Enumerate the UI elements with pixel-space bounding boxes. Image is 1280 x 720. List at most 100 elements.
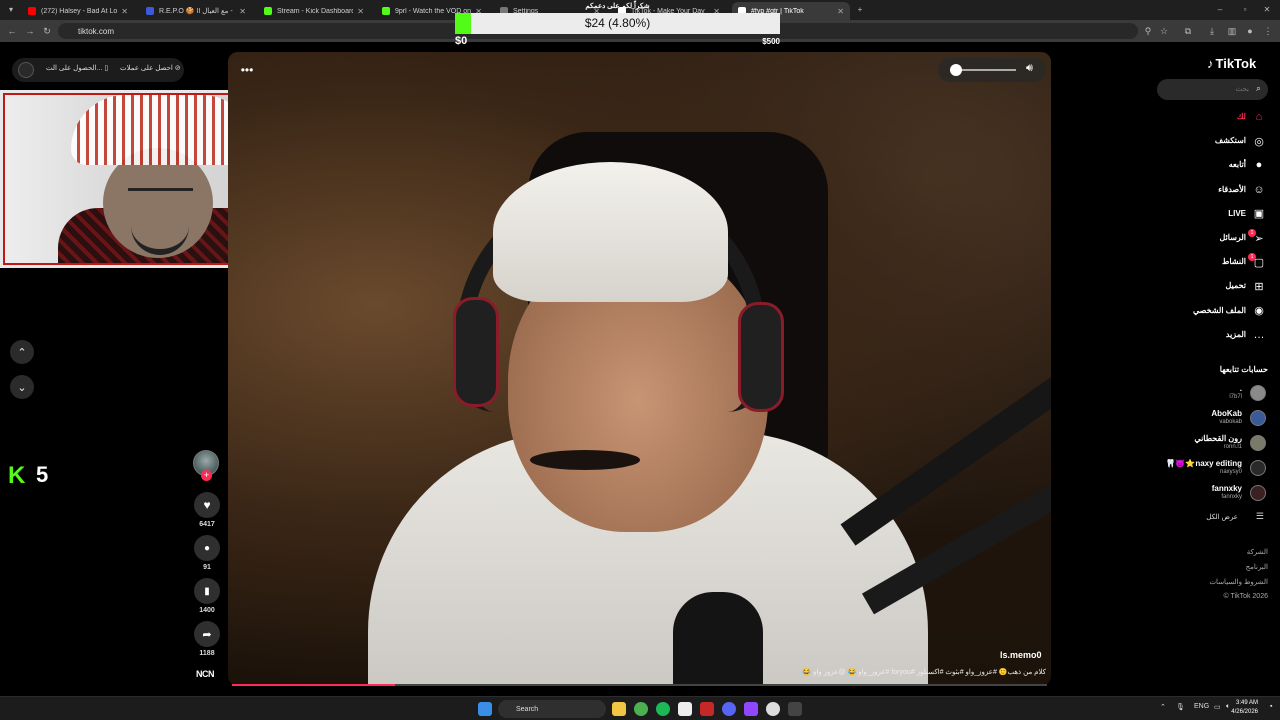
- browser-tab[interactable]: (272) Halsey - Bad At Lov ✕: [22, 2, 134, 20]
- windows-start-icon[interactable]: [478, 702, 492, 716]
- sidebar-nav-label: المزيد: [1225, 329, 1246, 339]
- volume-tray-icon[interactable]: 🔈︎: [1226, 703, 1230, 711]
- tiktok-note-icon: ♪: [1207, 56, 1214, 71]
- video-more-options-icon[interactable]: •••: [239, 62, 255, 78]
- next-video-button[interactable]: ⌄: [10, 375, 34, 399]
- sidebar-nav-item[interactable]: الرسائل ➢ 1: [1160, 229, 1270, 249]
- download-icon[interactable]: ⤓: [1206, 25, 1218, 37]
- chrome-icon[interactable]: [634, 702, 648, 716]
- bookmark-star-icon[interactable]: ☆: [1158, 25, 1170, 37]
- follow-plus-icon[interactable]: +: [201, 470, 212, 481]
- app-icon[interactable]: [788, 702, 802, 716]
- taskbar-search[interactable]: Search: [498, 700, 606, 718]
- obs-icon[interactable]: [766, 702, 780, 716]
- video-player[interactable]: [228, 52, 1051, 686]
- following-avatar-icon: ●: [1255, 159, 1263, 172]
- list-icon[interactable]: ☰: [1256, 511, 1264, 522]
- avatar: [1250, 435, 1266, 451]
- sidebar-nav-item[interactable]: LIVE ▣: [1160, 205, 1270, 225]
- donation-progress-bar: $24 (4.80%): [455, 13, 780, 34]
- sidebar-nav-item[interactable]: النشاط ▢ 1: [1160, 253, 1270, 273]
- notification-icon[interactable]: ▪: [1270, 703, 1272, 710]
- tiktok-mini-logo-icon[interactable]: [18, 62, 34, 78]
- microphone-icon[interactable]: 🎙︎: [1176, 703, 1185, 711]
- clock-time[interactable]: 3:49 AM: [1236, 700, 1258, 706]
- sidebar-nav-label: أتابعه: [1228, 160, 1246, 170]
- browser-tab[interactable]: R.E.P.O 🍪 II مع العيال - Rest ✕: [140, 2, 252, 20]
- network-icon[interactable]: ▭: [1214, 703, 1221, 711]
- maximize-icon[interactable]: ▫: [1240, 4, 1250, 14]
- clock-date[interactable]: 4/26/2026: [1231, 709, 1258, 715]
- search-icon[interactable]: ⌕: [1256, 83, 1261, 94]
- sidebar-nav-item[interactable]: المزيد…: [1160, 326, 1270, 346]
- discord-icon[interactable]: [722, 702, 736, 716]
- search-box[interactable]: ⌕: [1157, 79, 1268, 100]
- sidebar-nav-item[interactable]: أتابعه ●: [1160, 156, 1270, 176]
- menu-icon[interactable]: ⋮: [1262, 25, 1274, 37]
- sidebar-nav-item[interactable]: الأصدقاء ☺: [1160, 181, 1270, 201]
- comment-button[interactable]: ●: [194, 535, 220, 561]
- language-indicator[interactable]: ENG: [1194, 703, 1209, 710]
- sidebar-icon[interactable]: ▥: [1226, 25, 1238, 37]
- get-app-link[interactable]: الحصول على الت... ▯: [46, 64, 108, 72]
- new-tab-button[interactable]: +: [855, 4, 865, 14]
- video-author-username[interactable]: ls.memo0: [1000, 650, 1042, 660]
- bookmark-button[interactable]: ▮: [194, 578, 220, 604]
- video-progress-fill: [232, 684, 395, 686]
- volume-slider-knob[interactable]: [950, 64, 962, 76]
- music-disc-label[interactable]: NCN: [196, 669, 215, 679]
- account-handle: vabokab: [1219, 419, 1242, 425]
- tab-title: R.E.P.O 🍪 II مع العيال - Rest: [159, 8, 235, 15]
- close-window-icon[interactable]: ✕: [1262, 4, 1272, 14]
- sidebar-nav-item[interactable]: لك ⌂: [1160, 108, 1270, 128]
- reload-icon[interactable]: ↻: [41, 25, 53, 37]
- share-button[interactable]: ➦: [194, 621, 220, 647]
- get-coins-link[interactable]: احصل على عملات ⊘: [120, 64, 181, 72]
- tray-chevron-icon[interactable]: ⌃: [1160, 703, 1166, 711]
- kick-follower-widget: K 5: [8, 462, 68, 489]
- sidebar-nav-label: لك: [1236, 112, 1246, 121]
- tiktok-logo-text: TikTok: [1215, 56, 1257, 71]
- profile-avatar-icon[interactable]: ●: [1244, 25, 1256, 37]
- file-explorer-icon[interactable]: [612, 702, 626, 716]
- footer-link[interactable]: © TikTok 2026: [1224, 593, 1268, 600]
- minimize-icon[interactable]: –: [1215, 4, 1225, 14]
- donation-min-label: $0: [455, 35, 468, 47]
- footer-link[interactable]: الشركة: [1247, 548, 1268, 556]
- kick-count: 5: [36, 462, 49, 487]
- avatar: [1250, 460, 1266, 476]
- tiktok-logo[interactable]: ♪ TikTok: [1207, 56, 1256, 71]
- browser-tab[interactable]: Stream - Kick Dashboard ✕: [258, 2, 370, 20]
- adobe-icon[interactable]: [700, 702, 714, 716]
- video-progress-bar[interactable]: [232, 684, 1047, 686]
- tab-search-icon[interactable]: ▾: [6, 4, 16, 14]
- tab-close-icon[interactable]: ✕: [121, 7, 128, 16]
- following-account[interactable]: 🦷😈⭐naxy editing naxysy0: [1150, 458, 1268, 480]
- tab-close-icon[interactable]: ✕: [239, 7, 246, 16]
- zoom-icon[interactable]: ⚲: [1142, 25, 1154, 37]
- back-icon[interactable]: ←: [6, 25, 18, 37]
- following-account[interactable]: AboKab vabokab: [1150, 408, 1268, 430]
- calendar-icon[interactable]: [678, 702, 692, 716]
- tab-close-icon[interactable]: ✕: [837, 7, 844, 16]
- see-all-link[interactable]: عرض الكل: [1206, 513, 1238, 521]
- sidebar-nav-item[interactable]: الملف الشخصي ◉: [1160, 302, 1270, 322]
- speaker-icon[interactable]: 🔊︎: [1026, 62, 1033, 75]
- forward-icon[interactable]: →: [24, 25, 36, 37]
- search-input[interactable]: [1163, 82, 1249, 97]
- following-account[interactable]: . l7b7l: [1150, 383, 1268, 405]
- twitch-icon[interactable]: [744, 702, 758, 716]
- extensions-icon[interactable]: ⧉: [1182, 25, 1194, 37]
- spotify-icon[interactable]: [656, 702, 670, 716]
- footer-link[interactable]: البرنامج: [1246, 563, 1268, 571]
- following-account[interactable]: رون القحطاني ronn.l1: [1150, 433, 1268, 455]
- volume-control[interactable]: 🔊︎: [938, 58, 1046, 82]
- previous-video-button[interactable]: ⌃: [10, 340, 34, 364]
- footer-link[interactable]: الشروط والسياسات: [1209, 578, 1268, 586]
- tab-close-icon[interactable]: ✕: [357, 7, 364, 16]
- heart-icon: ♥: [203, 498, 211, 512]
- sidebar-nav-item[interactable]: تحميل ⊞: [1160, 277, 1270, 297]
- sidebar-nav-item[interactable]: استكشف ◎: [1160, 132, 1270, 152]
- following-account[interactable]: fannxky fannxky: [1150, 483, 1268, 505]
- like-button[interactable]: ♥: [194, 492, 220, 518]
